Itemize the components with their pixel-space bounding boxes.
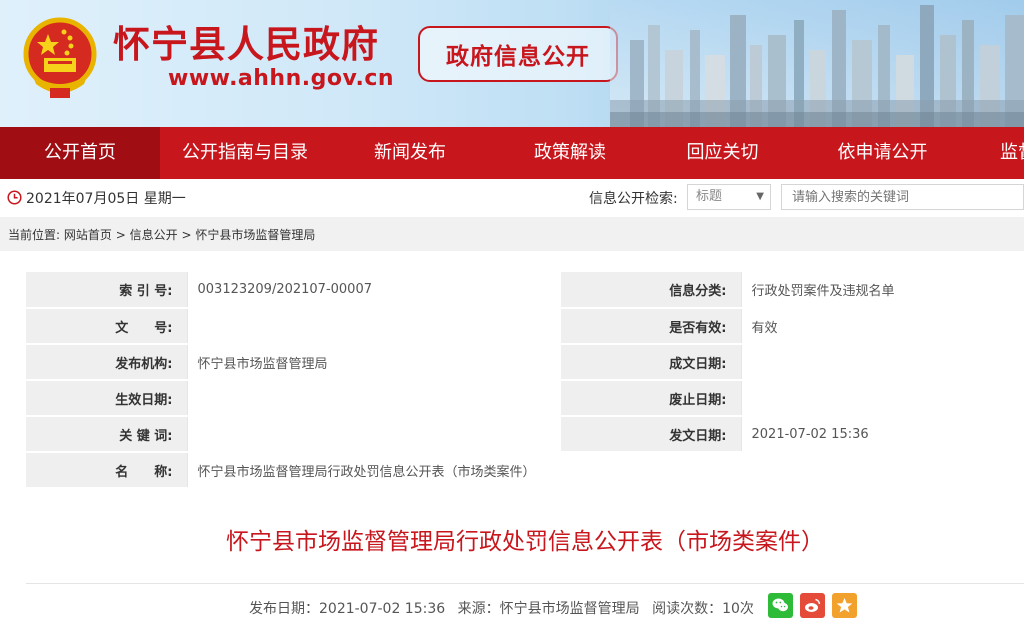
meta-key: 发文日期: [561,416,741,453]
search-input[interactable] [781,184,1024,210]
clock-icon [7,190,22,205]
breadcrumb-separator: > [115,228,126,242]
view-count: 阅读次数：10次 [652,601,754,617]
meta-key: 名 称: [26,452,187,489]
nav-item-supervision[interactable]: 监督保障 [970,127,1024,179]
table-row: 文 号: 是否有效: 有效 [26,308,1024,345]
meta-value [740,380,1024,417]
meta-key: 发布机构: [26,344,187,381]
nav-item-guide[interactable]: 公开指南与目录 [160,127,330,179]
current-date: 2021年07月05日 星期一 [26,191,186,207]
meta-key: 关 键 词: [26,416,187,453]
site-title: 怀宁县人民政府 [113,23,379,66]
meta-key: 索 引 号: [26,272,187,309]
main-nav: 公开首页 公开指南与目录 新闻发布 政策解读 回应关切 依申请公开 监督保障 [0,127,1024,179]
meta-table: 索 引 号: 003123209/202107-00007 信息分类: 行政处罚… [26,272,1024,489]
meta-value: 行政处罚案件及违规名单 [740,272,1024,309]
weibo-icon [805,598,821,612]
nav-item-news[interactable]: 新闻发布 [330,127,490,179]
breadcrumb-info[interactable]: 信息公开 [130,228,178,242]
meta-key: 信息分类: [561,272,741,309]
breadcrumb-bureau[interactable]: 怀宁县市场监督管理局 [195,228,315,242]
breadcrumb-home[interactable]: 网站首页 [64,228,112,242]
wechat-icon [772,598,788,612]
breadcrumb-prefix: 当前位置: [8,228,61,242]
publish-date: 发布日期：2021-07-02 15:36 [249,601,446,617]
search-field-select[interactable]: 标题 ▼ [687,184,771,210]
meta-value: 003123209/202107-00007 [186,272,561,309]
national-emblem-icon [23,17,97,98]
search-label: 信息公开检索: [589,191,678,207]
meta-value [186,416,561,453]
meta-key: 废止日期: [561,380,741,417]
table-row: 索 引 号: 003123209/202107-00007 信息分类: 行政处罚… [26,272,1024,309]
divider [26,583,1024,584]
meta-value: 怀宁县市场监督管理局 [186,344,561,381]
breadcrumb: 当前位置: 网站首页 > 信息公开 > 怀宁县市场监督管理局 [8,226,315,243]
breadcrumb-separator: > [181,228,192,242]
table-row: 名 称: 怀宁县市场监督管理局行政处罚信息公开表（市场类案件） [26,452,1024,489]
city-skyline-image [610,0,1024,127]
chevron-down-icon: ▼ [756,191,764,202]
article-info: 发布日期：2021-07-02 15:36 来源：怀宁县市场监督管理局 阅读次数… [249,598,762,618]
nav-item-policy[interactable]: 政策解读 [490,127,650,179]
article-title: 怀宁县市场监督管理局行政处罚信息公开表（市场类案件） [226,529,824,555]
favorite-button[interactable] [832,593,857,618]
meta-value [186,308,561,345]
share-weibo-button[interactable] [800,593,825,618]
meta-key: 生效日期: [26,380,187,417]
meta-value [740,344,1024,381]
share-wechat-button[interactable] [768,593,793,618]
search-select-value: 标题 [696,189,723,204]
meta-value [186,380,561,417]
table-row: 生效日期: 废止日期: [26,380,1024,417]
nav-item-response[interactable]: 回应关切 [650,127,795,179]
site-url: www.ahhn.gov.cn [168,66,395,91]
table-row: 发布机构: 怀宁县市场监督管理局 成文日期: [26,344,1024,381]
meta-value: 有效 [740,308,1024,345]
meta-value: 2021-07-02 15:36 [740,416,1024,453]
meta-key: 是否有效: [561,308,741,345]
meta-value: 怀宁县市场监督管理局行政处罚信息公开表（市场类案件） [186,452,1024,489]
nav-item-request[interactable]: 依申请公开 [795,127,970,179]
star-icon [836,598,853,613]
article-source: 来源：怀宁县市场监督管理局 [457,601,640,617]
section-badge: 政府信息公开 [418,26,618,82]
meta-key: 成文日期: [561,344,741,381]
table-row: 关 键 词: 发文日期: 2021-07-02 15:36 [26,416,1024,453]
site-header: 怀宁县人民政府 www.ahhn.gov.cn 政府信息公开 [0,0,1024,127]
nav-item-home[interactable]: 公开首页 [0,127,160,179]
meta-key: 文 号: [26,308,187,345]
